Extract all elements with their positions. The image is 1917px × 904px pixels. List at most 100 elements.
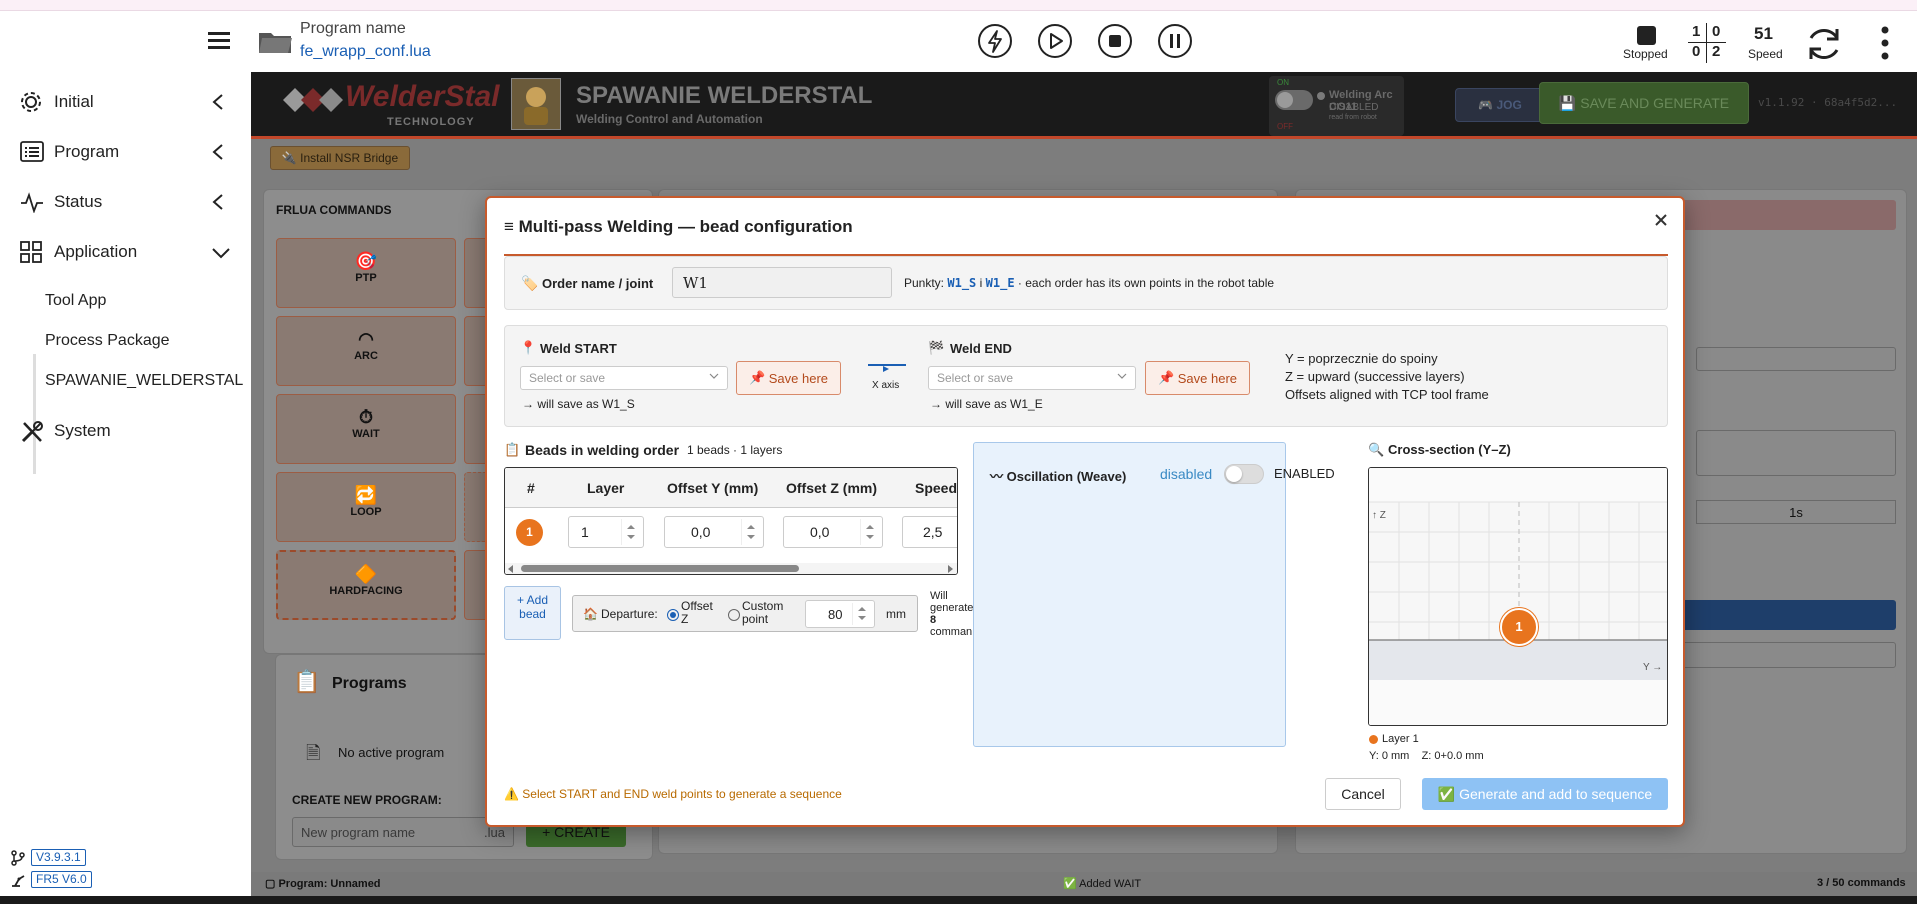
offset-z-input[interactable]: 0,0 bbox=[783, 516, 883, 548]
axis-note: Offsets aligned with TCP tool frame bbox=[1285, 387, 1489, 402]
save-as-end-text: → will save as W1_E bbox=[930, 397, 1043, 411]
sidebar-item-program[interactable]: Program bbox=[0, 127, 251, 177]
install-bridge-button[interactable]: 🔌 Install NSR Bridge bbox=[270, 146, 410, 170]
arc-state: DISABLED bbox=[1329, 102, 1379, 113]
tag-icon: 🏷️ bbox=[521, 275, 539, 291]
generate-button[interactable]: ✅ Generate and add to sequence bbox=[1422, 778, 1668, 810]
clipboard-icon: 📋 bbox=[293, 669, 321, 694]
stepper-icon[interactable] bbox=[860, 519, 878, 545]
weld-start-select[interactable]: Select or save bbox=[520, 366, 728, 390]
sidebar-item-label: Application bbox=[54, 242, 138, 261]
app-subtitle: Welding Control and Automation bbox=[576, 112, 763, 126]
firmware-badge: FR5 V6.0 bbox=[31, 871, 92, 888]
arc-toggle[interactable] bbox=[1275, 90, 1313, 110]
warning-text: ⚠️ Select START and END weld points to g… bbox=[504, 787, 842, 801]
sidebar-item-initial[interactable]: Initial bbox=[0, 77, 251, 127]
save-start-button[interactable]: 📌 Save here bbox=[736, 361, 841, 395]
save-end-button[interactable]: 📌 Save here bbox=[1145, 361, 1250, 395]
departure-input[interactable]: 80 bbox=[805, 600, 875, 628]
status-program: ▢ Program: Unnamed bbox=[265, 878, 381, 890]
legend-label: Layer 1 bbox=[1382, 733, 1419, 745]
cmd-loop[interactable]: 🔁 LOOP bbox=[276, 472, 456, 542]
multipass-modal: ≡ Multi-pass Welding — bead configuratio… bbox=[485, 196, 1685, 827]
sidebar: Initial Program Status Application Tool … bbox=[0, 72, 251, 904]
radio-custom-point[interactable] bbox=[728, 609, 740, 621]
mascot-image bbox=[511, 78, 561, 130]
browser-strip bbox=[0, 0, 1917, 11]
arc-panel: ON OFF Welding Arc CO11 DISABLED read fr… bbox=[1269, 76, 1404, 136]
offset-y-input[interactable]: 0,0 bbox=[664, 516, 764, 548]
status-message: ✅ Added WAIT bbox=[1063, 878, 1142, 890]
order-name-input[interactable]: W1 bbox=[672, 267, 892, 298]
legend-values: Y: 0 mm Z: 0+0.0 mm bbox=[1369, 750, 1484, 762]
cancel-button[interactable]: Cancel bbox=[1325, 778, 1401, 810]
programs-title: Programs bbox=[332, 675, 407, 692]
clipboard-icon: 📋 bbox=[504, 442, 521, 457]
bottom-strip bbox=[0, 896, 1917, 904]
status-count: 3 / 50 commands bbox=[1817, 877, 1906, 889]
radio-offset-z[interactable] bbox=[667, 609, 679, 621]
blue-action-button[interactable] bbox=[1676, 600, 1896, 630]
arc-status-dot bbox=[1317, 92, 1325, 100]
table-row: 1 1 0,0 0,0 2,5 bbox=[505, 508, 957, 556]
version-text: v1.1.92 · 68a4f5d2... bbox=[1758, 96, 1898, 109]
oscillation-toggle[interactable] bbox=[1224, 464, 1264, 484]
sidebar-item-status[interactable]: Status bbox=[0, 177, 251, 227]
order-label: Order name / joint bbox=[542, 276, 654, 291]
program-name-input[interactable]: New program name .lua bbox=[292, 817, 514, 847]
speed-label: Speed bbox=[1748, 47, 1783, 61]
sidebar-item-system[interactable]: System bbox=[0, 406, 251, 456]
jog-button[interactable]: 🎮 JOG bbox=[1455, 88, 1545, 122]
close-icon[interactable] bbox=[1653, 212, 1669, 228]
cmd-hardfacing[interactable]: 🔶 HARDFACING bbox=[276, 550, 456, 620]
file-icon: 🗎 bbox=[306, 743, 321, 763]
radio-offset-label: Offset Z bbox=[681, 599, 713, 626]
cross-section-title: Cross-section (Y–Z) bbox=[1388, 442, 1511, 457]
pulse-icon bbox=[20, 191, 44, 213]
tools-icon bbox=[20, 420, 44, 444]
refresh-icon[interactable] bbox=[1804, 24, 1844, 64]
stepper-icon[interactable] bbox=[852, 603, 870, 625]
sidebar-item-application[interactable]: Application bbox=[0, 227, 251, 277]
chevron-left-icon bbox=[212, 94, 224, 110]
cmd-ptp[interactable]: 🎯 PTP bbox=[276, 238, 456, 308]
sidebar-item-label: Status bbox=[54, 192, 103, 211]
sidebar-item-label: System bbox=[54, 421, 111, 440]
home-icon: 🏠 bbox=[583, 607, 598, 621]
x-axis-label: X axis bbox=[872, 380, 900, 391]
stepper-icon[interactable] bbox=[741, 519, 759, 545]
bead-marker[interactable]: 1 bbox=[1500, 608, 1538, 646]
add-bead-button[interactable]: + Add bead bbox=[504, 586, 561, 640]
sidebar-subitem-tool-app[interactable]: Tool App bbox=[45, 292, 106, 310]
finish-flag-icon: 🏁 bbox=[928, 340, 945, 355]
sidebar-subitem-process-package[interactable]: Process Package bbox=[45, 332, 170, 350]
pause-button[interactable] bbox=[1157, 23, 1193, 59]
legend-dot bbox=[1369, 735, 1378, 744]
weld-start-label: Weld START bbox=[540, 341, 617, 356]
points-text: Punkty: W1_S i W1_E · each order has its… bbox=[904, 276, 1275, 290]
save-generate-button[interactable]: 💾 SAVE AND GENERATE bbox=[1539, 82, 1749, 124]
chevron-down-icon bbox=[709, 373, 719, 381]
robot-arm-icon bbox=[10, 872, 26, 888]
lightning-button[interactable] bbox=[977, 23, 1013, 59]
sidebar-subitem-spawanie[interactable]: SPAWANIE_WELDERSTAL bbox=[45, 372, 243, 390]
menu-icon[interactable] bbox=[208, 31, 232, 51]
more-icon[interactable] bbox=[1880, 25, 1890, 61]
stop-button[interactable] bbox=[1097, 23, 1133, 59]
list-icon bbox=[20, 141, 44, 163]
cmd-arc[interactable]: ◠ ARC bbox=[276, 316, 456, 386]
top-bar: Program name fe_wrapp_conf.lua Stopped 1… bbox=[0, 11, 1917, 72]
play-button[interactable] bbox=[1037, 23, 1073, 59]
folder-icon bbox=[258, 27, 294, 55]
program-file-link[interactable]: fe_wrapp_conf.lua bbox=[300, 43, 431, 61]
cmd-wait[interactable]: ⏱ WAIT bbox=[276, 394, 456, 464]
logo-text: WelderStal bbox=[345, 80, 500, 113]
stepper-icon[interactable] bbox=[621, 519, 639, 545]
layer-input[interactable]: 1 bbox=[568, 516, 644, 548]
magnifier-icon: 🔍 bbox=[1368, 442, 1385, 457]
table-scrollbar[interactable] bbox=[505, 563, 957, 574]
speed-input[interactable]: 2,5 bbox=[902, 516, 957, 548]
chevron-left-icon bbox=[212, 144, 224, 160]
weld-end-select[interactable]: Select or save bbox=[928, 366, 1136, 390]
save-as-start-text: → will save as W1_S bbox=[522, 397, 635, 411]
